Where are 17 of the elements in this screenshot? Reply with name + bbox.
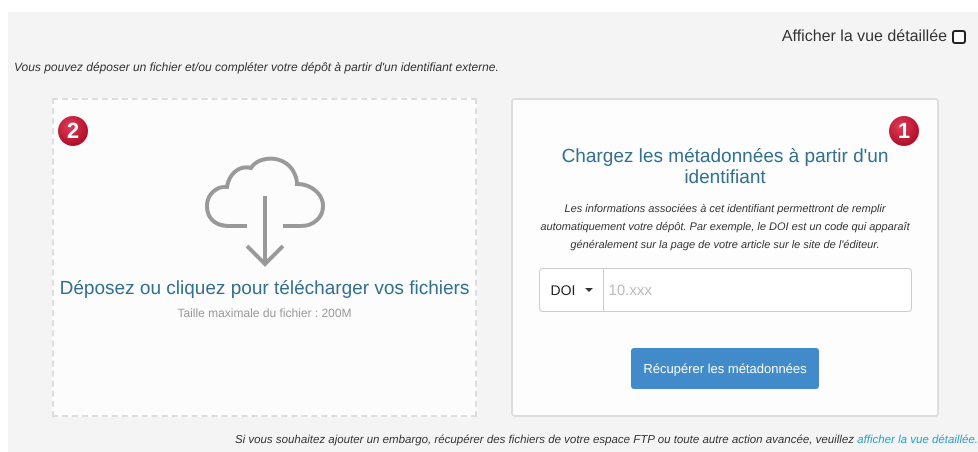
dropzone-title: Déposez ou cliquez pour télécharger vos fichiers [60,278,470,300]
step-badge: 2 [58,116,88,146]
file-size-hint: Taille maximale du fichier : 200M [177,306,352,320]
file-dropzone[interactable]: 2 Déposez ou cliquez pour télécharger vos fichiers Taille maximale du fichier : 200M [52,98,477,417]
metadata-description: Les informations associées à cet identifiant permettront de remplir automatiquement votre dépôt. Par exemple, le DOI est un code qui apparaît généralement sur la page de votre article sur le site de l'éditeur. [539,202,911,253]
step-badge: 1 [889,116,919,146]
detail-view-checkbox[interactable] [952,30,966,44]
detail-view-link[interactable]: afficher la vue détaillée. [857,434,978,446]
cloud-download-icon [204,156,324,268]
caret-icon [585,288,594,292]
detail-view-label: Afficher la vue détaillée [782,28,947,46]
identifier-type-dropdown[interactable]: DOI [538,268,604,312]
intro-text: Vous pouvez déposer un fichier et/ou compléter votre dépôt à partir d'un identifiant externe. [14,60,500,74]
footer-text: Si vous souhaitez ajouter un embargo, récupérer des fichiers de votre espace FTP ou toute autre action avancée, veuillez afficher la vue détaillée. [234,434,978,446]
fetch-metadata-button[interactable]: Récupérer les métadonnées [631,348,819,389]
identifier-input[interactable]: 10.xxx [604,268,912,312]
metadata-title: Chargez les métadonnées à partir d'un identifiant [560,146,890,188]
